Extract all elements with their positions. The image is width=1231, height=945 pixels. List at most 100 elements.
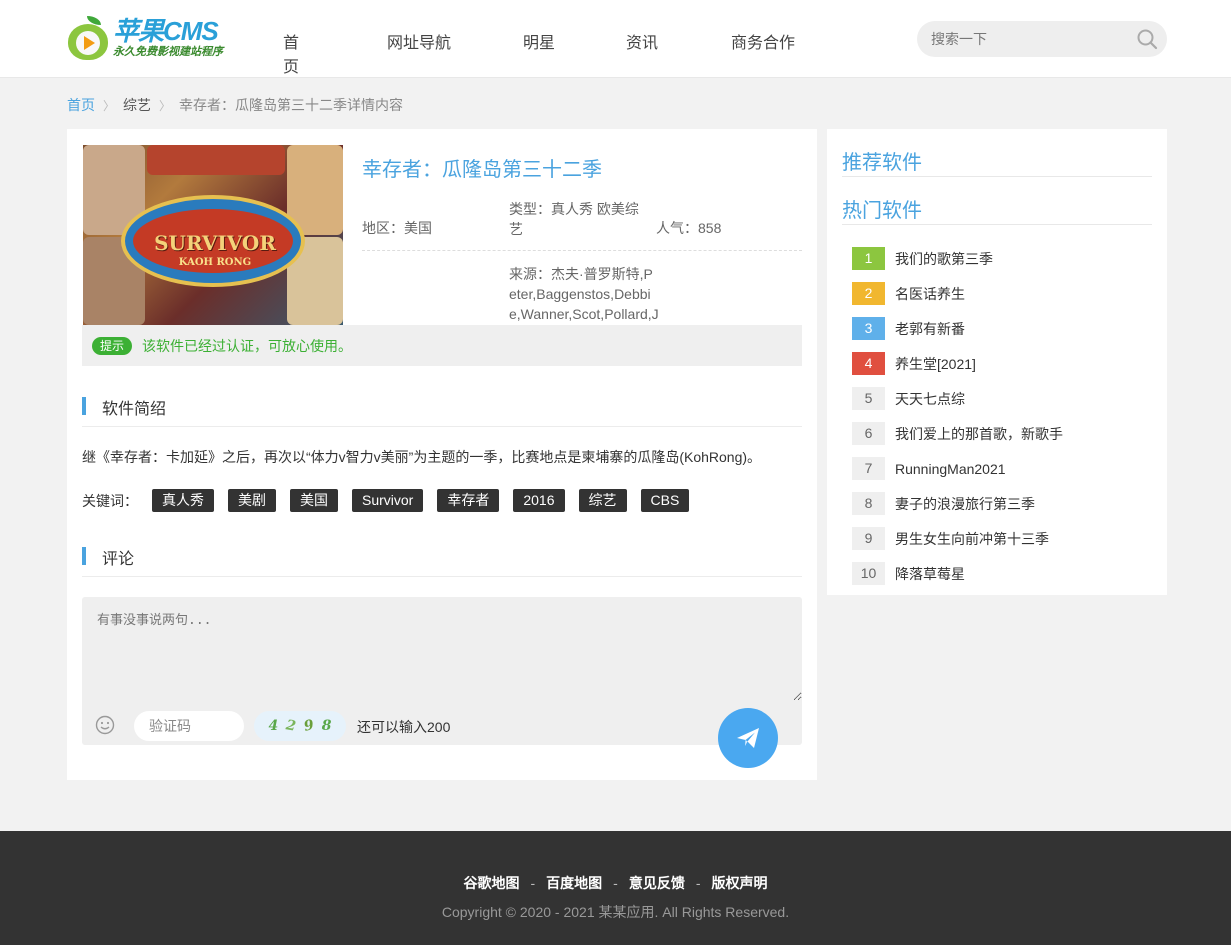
captcha-digit: 4 [268,718,279,734]
footer-separator: - [530,875,536,891]
footer-separator: - [613,875,618,891]
info-type: 类型：真人秀 欧美综艺 [509,201,639,237]
list-item[interactable]: 4 养生堂[2021] [852,346,1152,381]
captcha-digit: 2 [284,717,298,735]
keyword-tag[interactable]: 美国 [290,489,338,512]
list-item-title[interactable]: 养生堂[2021] [895,354,976,374]
section-comment-title: 评论 [102,551,135,568]
search-box [917,21,1167,57]
page-title: 幸存者：瓜隆岛第三十二季 [362,159,602,181]
rank-badge: 3 [852,317,885,340]
list-item[interactable]: 2 名医话养生 [852,276,1152,311]
site-footer: 谷歌地图 - 百度地图 - 意见反馈 - 版权声明 Copyright © 2020 - 2… [0,831,1231,945]
poster-subtitle: KAOH RONG [178,257,252,268]
list-item-title[interactable]: 我们的歌第三季 [895,249,993,269]
captcha-digit: 9 [302,717,316,735]
rank-badge: 4 [852,352,885,375]
apple-play-logo-icon [67,16,109,60]
rank-badge: 6 [852,422,885,445]
search-icon[interactable] [1136,28,1158,50]
rank-badge: 2 [852,282,885,305]
breadcrumb-home[interactable]: 首页 [67,95,95,115]
info-popularity: 人气：858 [656,220,722,236]
submit-comment-button[interactable] [718,708,778,768]
rank-badge: 7 [852,457,885,480]
comment-form: 4 2 9 8 还可以输入200 [82,597,802,768]
nav-news[interactable]: 资讯 [626,29,666,53]
nav-business[interactable]: 商务合作 [731,29,811,53]
list-item-title[interactable]: 老郭有新番 [895,319,965,339]
keywords-label: 关键词： [82,492,138,509]
footer-link-google-map[interactable]: 谷歌地图 [463,875,519,891]
keyword-tag[interactable]: 美剧 [228,489,276,512]
keyword-tag[interactable]: CBS [640,489,690,512]
comment-textarea[interactable] [82,597,802,701]
footer-link-copyright[interactable]: 版权声明 [712,875,768,891]
list-item[interactable]: 3 老郭有新番 [852,311,1152,346]
chevron-right-icon: 〉 [159,98,172,113]
captcha-image[interactable]: 4 2 9 8 [254,711,346,741]
list-item-title[interactable]: 天天七点综 [895,389,965,409]
notice-bar: 提示 该软件已经过认证，可放心使用。 [82,325,802,366]
emoji-icon[interactable] [95,715,115,735]
poster-image[interactable]: SURVIVOR KAOH RONG [83,145,343,325]
hot-list: 1 我们的歌第三季 2 名医话养生 3 老郭有新番 4 养生堂[2021] 5 天天七点综… [852,241,1152,591]
list-item[interactable]: 6 我们爱上的那首歌，新歌手 [852,416,1152,451]
rank-badge: 5 [852,387,885,410]
chevron-right-icon: 〉 [103,98,116,113]
keyword-tag[interactable]: 幸存者 [437,489,500,512]
logo-title: 苹果CMS [113,16,219,46]
rank-badge: 9 [852,527,885,550]
section-comment-header: 评论 [82,541,802,577]
breadcrumb-category[interactable]: 综艺 [123,95,151,115]
keyword-tag[interactable]: 真人秀 [152,489,214,512]
search-input[interactable] [931,29,1121,49]
list-item[interactable]: 1 我们的歌第三季 [852,241,1152,276]
intro-text: 继《幸存者：卡加延》之后，再次以“体力v智力v美丽”为主题的一季，比赛地点是柬埔… [82,449,762,465]
captcha-input[interactable] [134,711,244,741]
breadcrumb: 首页 〉 综艺 〉 幸存者：瓜隆岛第三十二季详情内容 [67,95,403,115]
list-item-title[interactable]: 男生女生向前冲第十三季 [895,529,1049,549]
section-accent-bar [82,547,86,565]
keyword-tag[interactable]: Survivor [352,489,424,512]
char-remaining: 还可以输入200 [357,719,451,735]
list-item[interactable]: 5 天天七点综 [852,381,1152,416]
hot-title: 热门软件 [842,200,922,222]
recommend-title: 推荐软件 [842,152,922,174]
site-header: 苹果CMS 永久免费影视建站程序 首页 网址导航 明星 资讯 商务合作 [0,0,1231,78]
rank-badge: 1 [852,247,885,270]
keyword-tag[interactable]: 2016 [513,489,565,512]
rank-badge: 10 [852,562,885,585]
list-item[interactable]: 9 男生女生向前冲第十三季 [852,521,1152,556]
section-intro-header: 软件简绍 [82,391,802,427]
list-item-title[interactable]: 妻子的浪漫旅行第三季 [895,494,1035,514]
list-item[interactable]: 10 降落草莓星 [852,556,1152,591]
captcha-digit: 8 [321,718,332,734]
footer-separator: - [695,875,701,891]
paper-plane-icon [737,728,759,748]
list-item[interactable]: 8 妻子的浪漫旅行第三季 [852,486,1152,521]
keyword-tag[interactable]: 综艺 [578,489,627,512]
section-accent-bar [82,397,86,415]
list-item-title[interactable]: 名医话养生 [895,284,965,304]
hot-header: 热门软件 [842,177,1152,225]
site-logo[interactable]: 苹果CMS 永久免费影视建站程序 [67,14,227,62]
footer-link-baidu-map[interactable]: 百度地图 [546,875,602,891]
nav-home[interactable]: 首页 [283,29,299,77]
recommend-header: 推荐软件 [842,129,1152,177]
list-item[interactable]: 7 RunningMan2021 [852,451,1152,486]
section-intro-title: 软件简绍 [102,401,167,418]
rank-badge: 8 [852,492,885,515]
nav-site-directory[interactable]: 网址导航 [387,29,467,53]
copyright-text: Copyright © 2020 - 2021 某某应用. All Rights… [441,904,790,920]
footer-link-feedback[interactable]: 意见反馈 [629,875,685,891]
list-item-title[interactable]: 降落草莓星 [895,564,965,584]
list-item-title[interactable]: RunningMan2021 [895,461,1006,477]
nav-stars[interactable]: 明星 [523,29,563,53]
notice-tag: 提示 [92,336,133,355]
keyword-list: 关键词： 真人秀 美剧 美国 Survivor 幸存者 2016 综艺 CBS [82,489,690,512]
info-source: 来源：杰夫·普罗斯特,Peter,Baggenstos,Debbie,Wanne… [509,266,659,322]
notice-text: 该软件已经过认证，可放心使用。 [142,337,353,354]
info-divider [362,250,802,251]
list-item-title[interactable]: 我们爱上的那首歌，新歌手 [895,424,1063,444]
